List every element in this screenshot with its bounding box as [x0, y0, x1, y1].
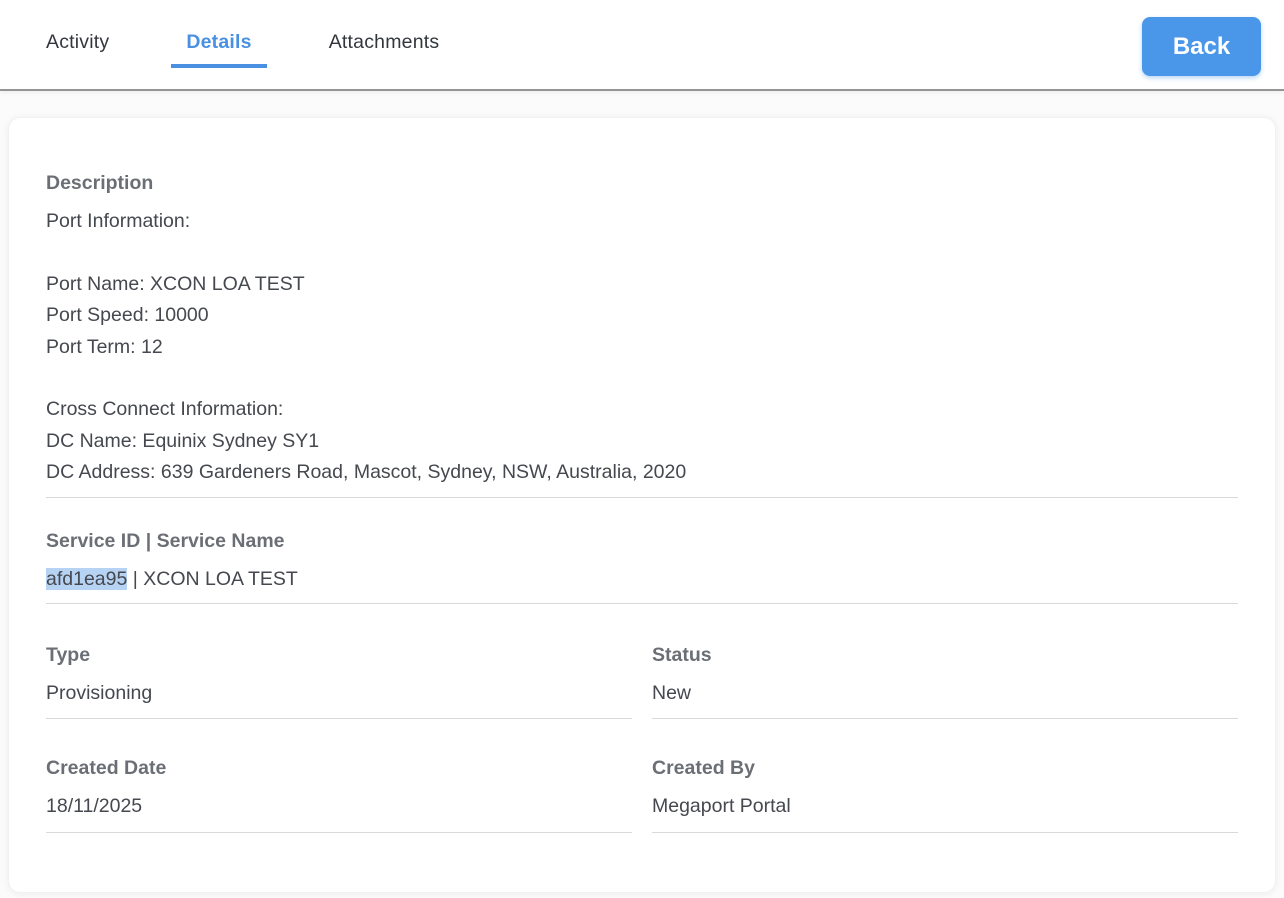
field-created-by: Created By Megaport Portal: [652, 719, 1238, 833]
divider: [652, 832, 1238, 833]
type-label: Type: [46, 642, 632, 668]
tab-bar: Activity Details Attachments Back: [0, 0, 1284, 91]
tab-details[interactable]: Details: [171, 31, 266, 68]
service-id-name-value: afd1ea95 | XCON LOA TEST: [46, 566, 1238, 592]
field-created-date: Created Date 18/11/2025: [46, 719, 632, 833]
tab-list: Activity Details Attachments: [0, 0, 1284, 68]
tab-attachments[interactable]: Attachments: [314, 31, 455, 68]
divider: [46, 832, 632, 833]
status-value: New: [652, 680, 1238, 706]
tab-activity[interactable]: Activity: [31, 31, 124, 68]
service-id-name-label: Service ID | Service Name: [46, 528, 1238, 554]
field-grid: Type Provisioning Status New Created Dat…: [46, 604, 1238, 833]
field-status: Status New: [652, 604, 1238, 719]
created-by-value: Megaport Portal: [652, 793, 1238, 819]
details-card: Description Port Information: Port Name:…: [8, 117, 1276, 893]
field-type: Type Provisioning: [46, 604, 632, 719]
divider: [46, 497, 1238, 498]
service-id-selected-text: afd1ea95: [46, 568, 127, 590]
service-name-text: | XCON LOA TEST: [127, 568, 298, 590]
status-label: Status: [652, 642, 1238, 668]
description-label: Description: [46, 170, 1238, 196]
description-text: Port Information: Port Name: XCON LOA TE…: [46, 206, 1238, 489]
back-button[interactable]: Back: [1142, 17, 1261, 76]
created-by-label: Created By: [652, 755, 1238, 781]
created-date-value: 18/11/2025: [46, 793, 632, 819]
type-value: Provisioning: [46, 680, 632, 706]
created-date-label: Created Date: [46, 755, 632, 781]
